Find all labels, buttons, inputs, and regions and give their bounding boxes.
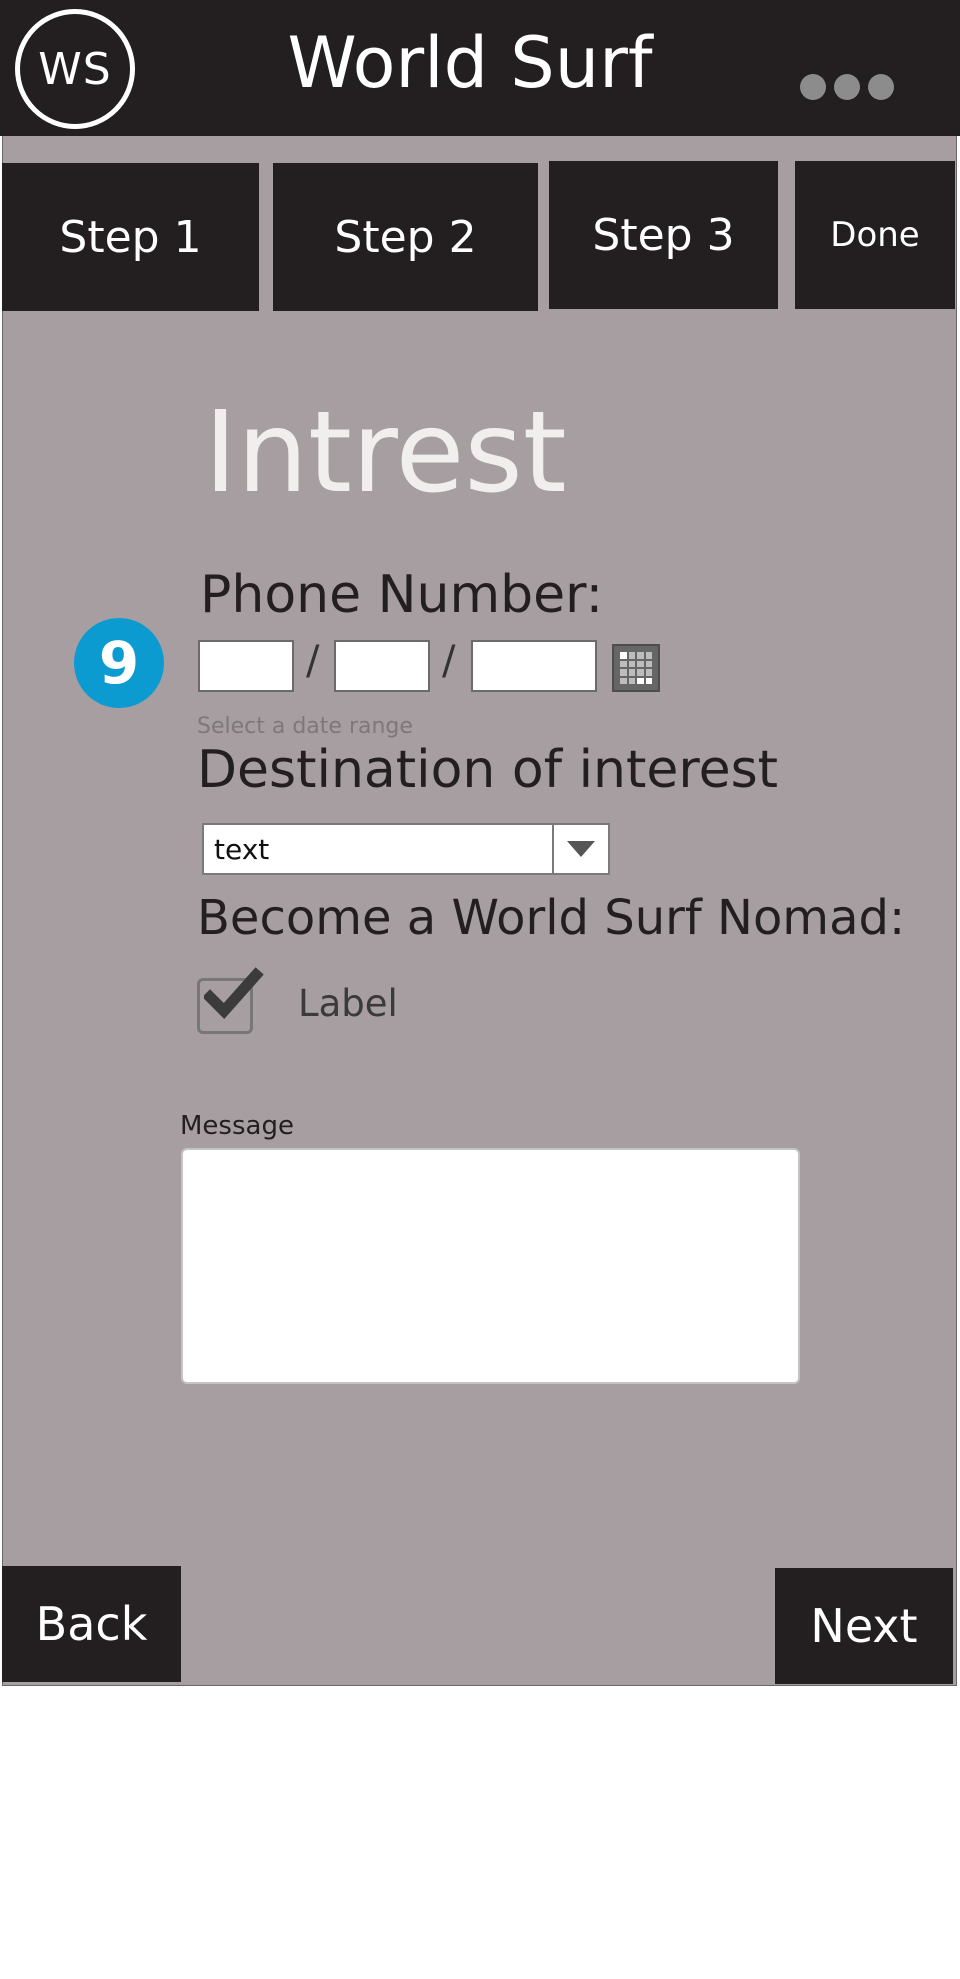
chevron-down-icon[interactable]	[552, 825, 608, 873]
calendar-cell	[620, 677, 627, 684]
checkmark-icon	[204, 967, 264, 1020]
annotation-badge: 9	[74, 618, 164, 708]
destination-select-value: text	[214, 832, 270, 866]
dropdown-triangle	[567, 841, 595, 857]
more-dots-icon[interactable]	[800, 74, 894, 100]
calendar-cell	[628, 660, 635, 667]
menu-dot	[868, 74, 894, 100]
logo[interactable]: WS	[15, 9, 135, 129]
calendar-cell	[628, 669, 635, 676]
phone-number-label: Phone Number:	[200, 565, 604, 625]
tab-step-2[interactable]: Step 2	[273, 163, 538, 311]
calendar-cell	[645, 669, 652, 676]
destination-select[interactable]: text	[202, 823, 610, 875]
calendar-cell	[628, 652, 635, 659]
calendar-cell	[645, 677, 652, 684]
calendar-icon[interactable]	[612, 644, 660, 692]
calendar-cell	[628, 677, 635, 684]
calendar-cell	[637, 669, 644, 676]
calendar-cell	[637, 652, 644, 659]
menu-dot	[800, 74, 826, 100]
calendar-cell	[620, 669, 627, 676]
menu-dot	[834, 74, 860, 100]
message-label: Message	[180, 1111, 294, 1141]
app-title: World Surf	[287, 22, 653, 104]
date-separator: /	[442, 638, 456, 684]
calendar-cell	[637, 677, 644, 684]
date-month-input[interactable]	[198, 640, 294, 692]
tab-done[interactable]: Done	[795, 161, 955, 309]
date-day-input[interactable]	[334, 640, 430, 692]
logo-text: WS	[38, 43, 112, 95]
date-hint: Select a date range	[197, 714, 413, 739]
calendar-cell	[645, 652, 652, 659]
date-separator: /	[306, 638, 320, 684]
next-button[interactable]: Next	[775, 1568, 953, 1684]
calendar-cell	[620, 652, 627, 659]
nomad-label: Become a World Surf Nomad:	[197, 890, 906, 946]
message-textarea[interactable]	[181, 1148, 800, 1384]
tab-step-1[interactable]: Step 1	[2, 163, 259, 311]
back-button[interactable]: Back	[2, 1566, 181, 1682]
checkbox-label: Label	[298, 982, 398, 1025]
calendar-grid	[620, 652, 652, 684]
tab-step-3[interactable]: Step 3	[549, 161, 778, 309]
page-title: Intrest	[204, 388, 567, 518]
date-year-input[interactable]	[471, 640, 597, 692]
calendar-cell	[645, 660, 652, 667]
app-header: WS World Surf	[0, 0, 960, 136]
destination-label: Destination of interest	[197, 740, 779, 800]
calendar-cell	[637, 660, 644, 667]
nomad-checkbox[interactable]	[197, 967, 264, 1034]
calendar-cell	[620, 660, 627, 667]
